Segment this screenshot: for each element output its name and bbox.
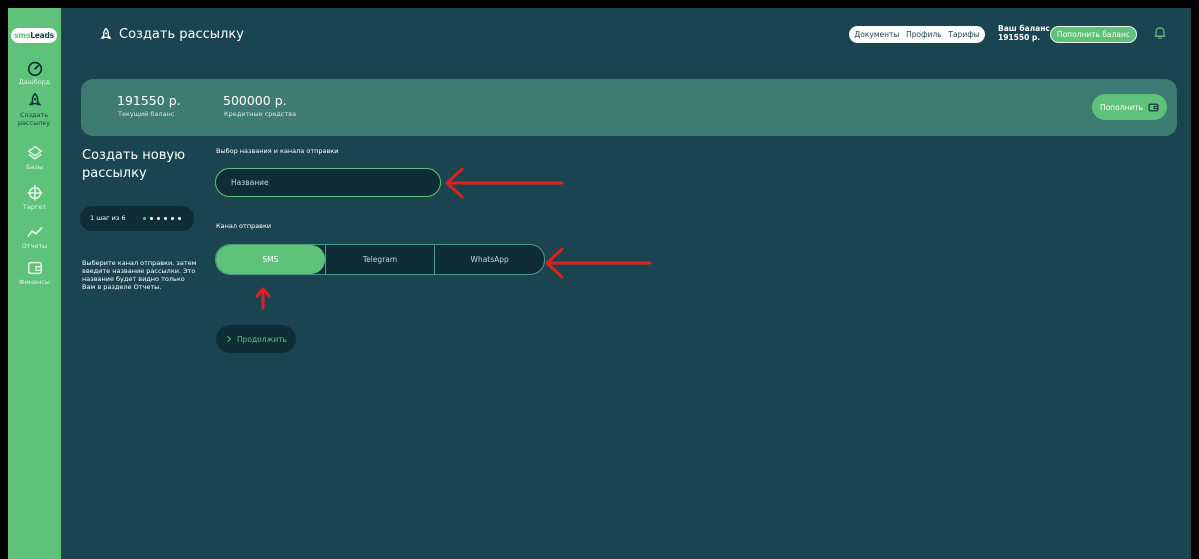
header-balance-label: Ваш баланс xyxy=(998,24,1050,33)
sidebar-item-bases[interactable]: Базы xyxy=(8,144,61,171)
step-dot xyxy=(157,217,160,220)
sidebar-item-label: Дашборд xyxy=(18,78,51,86)
chart-line-icon xyxy=(26,226,43,238)
page-title: Создать рассылку xyxy=(119,27,244,42)
sidebar-item-label: Отчеты xyxy=(21,242,48,250)
bell-icon[interactable] xyxy=(1152,25,1168,41)
chevron-right-icon xyxy=(227,335,232,343)
topup-balance-button[interactable]: Пополнить баланс xyxy=(1050,26,1137,43)
app-frame: smsLeads Дашборд Создать рассылку Базы Т… xyxy=(8,8,1191,559)
logo[interactable]: smsLeads xyxy=(11,28,57,43)
sidebar-item-label: Таргет xyxy=(22,203,47,211)
step-dot xyxy=(150,217,153,220)
sidebar: smsLeads Дашборд Создать рассылку Базы Т… xyxy=(8,8,61,559)
channel-telegram[interactable]: Telegram xyxy=(324,245,435,274)
speedometer-icon xyxy=(27,61,42,77)
balance-banner: 191550 р. Текущий баланс 500000 р. Креди… xyxy=(81,79,1177,136)
step-dot xyxy=(178,217,181,220)
wizard-description: Выберите канал отправки, затем введите н… xyxy=(82,259,197,291)
header-balance-value: 191550 р. xyxy=(998,33,1041,42)
current-balance-value: 191550 р. xyxy=(117,93,181,108)
step-dot xyxy=(143,217,146,220)
sidebar-item-label: Базы xyxy=(25,163,44,171)
channel-whatsapp[interactable]: WhatsApp xyxy=(434,245,544,274)
header-balance: Ваш баланс 191550 р. xyxy=(998,24,1050,42)
sidebar-item-dashboard[interactable]: Дашборд xyxy=(8,59,61,86)
sidebar-item-target[interactable]: Таргет xyxy=(8,184,61,211)
topup-button[interactable]: Пополнить xyxy=(1092,94,1167,120)
continue-label: Продолжить xyxy=(237,334,287,344)
section-name-channel-label: Выбор названия и канала отправки xyxy=(216,147,339,155)
credit-value: 500000 р. xyxy=(223,93,287,108)
step-dots xyxy=(143,217,181,220)
wallet-icon xyxy=(27,261,42,275)
wizard-title: Создать новую рассылку xyxy=(82,148,186,181)
rocket-icon xyxy=(100,27,112,39)
link-tariffs[interactable]: Тарифы xyxy=(948,30,979,39)
wallet-icon xyxy=(1148,103,1159,111)
channel-sms[interactable]: SMS xyxy=(216,245,325,274)
sidebar-item-label: Финансы xyxy=(18,278,50,286)
channel-selector: SMS Telegram WhatsApp xyxy=(215,244,545,275)
rocket-icon xyxy=(28,92,41,106)
sidebar-item-label: Создать рассылку xyxy=(17,111,51,127)
current-balance-label: Текущий баланс xyxy=(118,110,175,118)
continue-button[interactable]: Продолжить xyxy=(216,325,296,353)
link-documents[interactable]: Документы xyxy=(854,30,899,39)
logo-suffix: Leads xyxy=(30,31,54,40)
campaign-name-input[interactable] xyxy=(215,168,441,197)
link-profile[interactable]: Профиль xyxy=(906,30,942,39)
sidebar-item-create[interactable]: Создать рассылку xyxy=(8,92,61,127)
topup-button-label: Пополнить xyxy=(1099,102,1144,112)
layers-icon xyxy=(26,145,43,160)
target-icon xyxy=(26,185,43,201)
step-indicator: 1 шаг из 6 xyxy=(80,206,194,231)
sidebar-item-reports[interactable]: Отчеты xyxy=(8,223,61,250)
channel-section-label: Канал отправки xyxy=(216,222,272,230)
credit-label: Кредитные средства xyxy=(224,110,297,118)
step-text: 1 шаг из 6 xyxy=(90,214,126,222)
step-dot xyxy=(171,217,174,220)
step-dot xyxy=(164,217,167,220)
top-links: Документы Профиль Тарифы xyxy=(849,26,985,43)
logo-prefix: sms xyxy=(14,31,31,40)
sidebar-item-finance[interactable]: Финансы xyxy=(8,259,61,286)
